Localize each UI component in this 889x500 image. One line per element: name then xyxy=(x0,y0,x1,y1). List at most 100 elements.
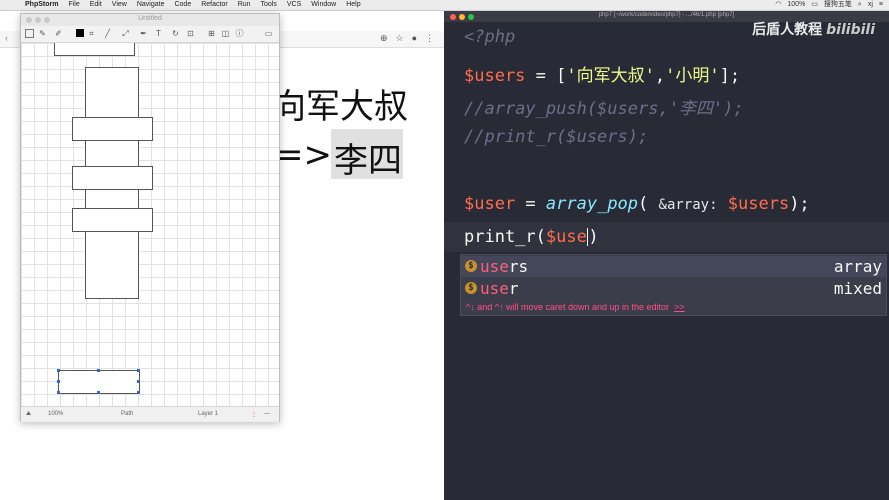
completion-item-user[interactable]: $ user mixed xyxy=(461,278,886,299)
token-var: $users xyxy=(717,194,790,214)
token-paren: ( xyxy=(638,194,659,214)
mountain-icon[interactable]: ⛰ xyxy=(26,411,31,418)
style-icon[interactable]: ◫ xyxy=(221,29,230,38)
menu-window[interactable]: Window xyxy=(311,0,336,10)
token-string: '小明' xyxy=(665,66,720,86)
canvas-rect-band-3[interactable] xyxy=(72,208,153,232)
battery-icon[interactable]: ▭ xyxy=(811,0,818,10)
pen-tool-icon[interactable]: ✎ xyxy=(38,29,47,38)
line-tool-icon[interactable]: ╱ xyxy=(103,29,112,38)
completion-rest: r xyxy=(508,279,519,298)
menu-edit[interactable]: Edit xyxy=(90,0,102,10)
code-line-2[interactable]: $users = ['向军大叔','小明']; xyxy=(464,61,740,86)
path-select[interactable]: Path xyxy=(121,411,133,417)
completion-match: use xyxy=(480,279,509,298)
drawing-window: Untitled ✎ ✐ ⌗ ╱ ⤢ ✒ T ↻ ⊡ ⊞ ◫ ⓘ ▭ ⛰ 100… xyxy=(20,13,280,422)
star-icon[interactable]: ☆ xyxy=(395,33,403,44)
menu-refactor[interactable]: Refactor xyxy=(201,0,227,10)
token-var: $users xyxy=(464,66,526,86)
selection-handle[interactable] xyxy=(137,391,140,394)
code-line-3[interactable]: //array_push($users,'李四'); xyxy=(464,94,744,119)
token-op: = [ xyxy=(525,66,567,86)
php-open-tag: <?php xyxy=(464,27,516,47)
menu-tools[interactable]: Tools xyxy=(261,0,277,10)
fill-color-icon[interactable] xyxy=(76,29,84,37)
menu-run[interactable]: Run xyxy=(238,0,251,10)
token-end: ); xyxy=(789,194,810,214)
comment-array-push: //array_push($users,'李四'); xyxy=(464,99,744,119)
completion-type: array xyxy=(833,257,882,276)
token-comma: , xyxy=(654,66,666,86)
layer-toggle-icon[interactable]: ⋮ xyxy=(251,411,257,418)
canvas-rect-band-2[interactable] xyxy=(72,166,153,190)
selection-handle[interactable] xyxy=(57,369,60,372)
back-icon[interactable]: ‹ xyxy=(5,33,8,43)
comment-print-r: //print_r($users); xyxy=(464,127,649,147)
selection-handle[interactable] xyxy=(57,391,60,394)
menu-file[interactable]: File xyxy=(68,0,79,10)
token-string: '向军大叔' xyxy=(566,66,655,86)
completion-popup: $ users array $ user mixed ^↓ and ^↑ wil… xyxy=(460,254,887,316)
drawing-canvas[interactable] xyxy=(21,43,279,406)
more-icon[interactable]: ⋮ xyxy=(425,33,434,44)
menu-app[interactable]: PhpStorm xyxy=(25,0,58,10)
panel-icon[interactable]: ▭ xyxy=(264,29,273,38)
status-area: ◠ 100% ▭ 搜狗五笔 ⌕ xj ≡ xyxy=(775,0,883,10)
selection-handle[interactable] xyxy=(57,380,60,383)
slide-text-name: 向军大叔 xyxy=(272,87,408,127)
select-tool-icon[interactable] xyxy=(25,29,34,38)
profile-icon[interactable]: ● xyxy=(412,33,417,44)
layer-select[interactable]: Layer 1 xyxy=(198,411,218,417)
canvas-rect-band-1[interactable] xyxy=(72,117,153,141)
battery-label[interactable]: 100% xyxy=(787,0,805,10)
zoom-select[interactable]: 100% xyxy=(48,411,63,417)
token-var-typing: $use xyxy=(545,227,587,247)
info-icon[interactable]: ⓘ xyxy=(235,29,244,38)
watermark: 后盾人教程 bilibili xyxy=(752,19,875,39)
variable-icon: $ xyxy=(465,260,477,272)
transform-tool-icon[interactable]: ⤢ xyxy=(121,29,130,38)
ide-window-title: php7 [~/work/code/video/php7] - .../46/1… xyxy=(598,12,735,18)
brush-tool-icon[interactable]: ✐ xyxy=(54,29,63,38)
code-line-4[interactable]: //print_r($users); xyxy=(464,127,648,147)
watermark-text: 后盾人教程 xyxy=(752,22,823,38)
text-tool-icon[interactable]: T xyxy=(154,29,163,38)
drawing-titlebar: Untitled xyxy=(21,14,279,26)
menu-help[interactable]: Help xyxy=(346,0,360,10)
drawing-toolbar: ✎ ✐ ⌗ ╱ ⤢ ✒ T ↻ ⊡ ⊞ ◫ ⓘ ▭ xyxy=(21,26,279,43)
rotate-icon[interactable]: ↻ xyxy=(171,29,180,38)
selection-handle[interactable] xyxy=(137,380,140,383)
ime-label[interactable]: 搜狗五笔 xyxy=(824,0,852,10)
user-label[interactable]: xj xyxy=(868,0,873,10)
code-line-6[interactable]: $user = array_pop( &array: $users); xyxy=(464,194,810,214)
zoom-icon[interactable]: ⊕ xyxy=(380,33,388,44)
menu-vcs[interactable]: VCS xyxy=(287,0,301,10)
completion-type: mixed xyxy=(833,279,882,298)
grid-icon[interactable]: ⊞ xyxy=(207,29,216,38)
stamp-icon[interactable]: ⊡ xyxy=(186,29,195,38)
selection-handle[interactable] xyxy=(137,369,140,372)
slide-arrow: => xyxy=(275,135,332,175)
eyedropper-icon[interactable]: ✒ xyxy=(139,29,148,38)
completion-name: users xyxy=(480,257,528,276)
tip-link[interactable]: >> xyxy=(674,302,685,312)
selection-handle[interactable] xyxy=(97,391,100,394)
minus-icon[interactable]: — xyxy=(264,411,270,417)
variable-icon: $ xyxy=(465,282,477,294)
search-icon[interactable]: ⌕ xyxy=(858,0,862,10)
menu-list-icon[interactable]: ≡ xyxy=(879,0,883,10)
selection-handle[interactable] xyxy=(97,369,100,372)
menu-navigate[interactable]: Navigate xyxy=(137,0,165,10)
code-line-1[interactable]: <?php xyxy=(464,27,515,47)
token-function: array_pop xyxy=(545,194,639,214)
code-line-7[interactable]: print_r($use) xyxy=(464,227,599,247)
completion-item-users[interactable]: $ users array xyxy=(461,256,886,277)
wifi-icon[interactable]: ◠ xyxy=(775,0,781,10)
drawing-statusbar: ⛰ 100% Path Layer 1 ⋮ — xyxy=(21,406,279,422)
menu-view[interactable]: View xyxy=(112,0,127,10)
menu-code[interactable]: Code xyxy=(174,0,191,10)
app-menus: PhpStorm File Edit View Navigate Code Re… xyxy=(25,0,361,10)
shape-tool-icon[interactable]: ⌗ xyxy=(87,29,96,38)
canvas-rect-top[interactable] xyxy=(54,43,135,56)
token-var: $user xyxy=(464,194,516,214)
